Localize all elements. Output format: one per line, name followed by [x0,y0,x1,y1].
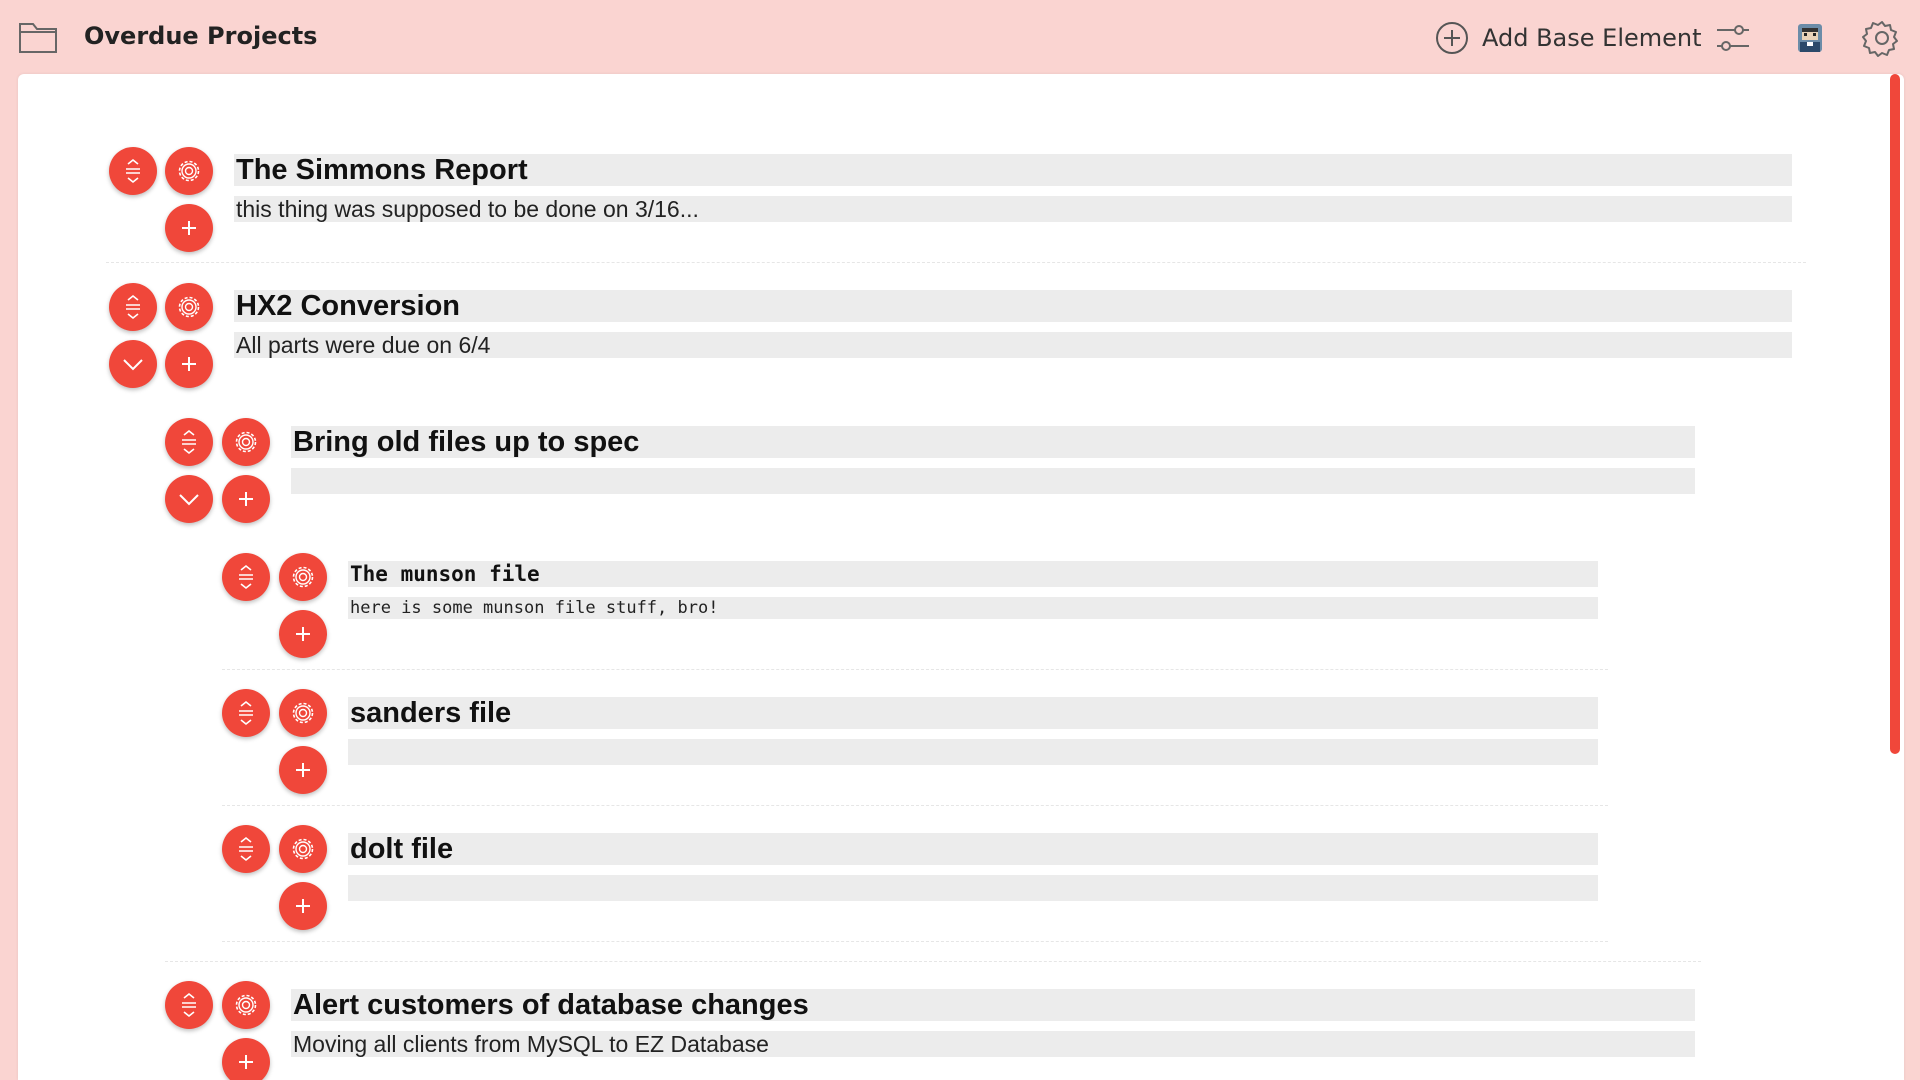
element-settings-button[interactable] [279,553,327,601]
element-description: All parts were due on 6/4 [236,332,491,358]
gear-icon [235,431,257,453]
gear-icon [178,160,200,182]
reorder-button[interactable] [109,283,157,331]
element-description-field[interactable]: here is some munson file stuff, bro! [348,597,1598,619]
reorder-icon [239,700,253,726]
page-title: Overdue Projects [84,22,318,50]
add-base-element-button[interactable]: Add Base Element [1434,18,1702,58]
element-title: HX2 Conversion [236,290,460,322]
element-description-field[interactable] [348,875,1598,901]
plus-icon [182,357,196,371]
element-description: Moving all clients from MySQL to EZ Data… [293,1031,769,1057]
element-description-field[interactable] [348,739,1598,765]
reorder-button[interactable] [165,981,213,1029]
element-settings-button[interactable] [222,981,270,1029]
reorder-icon [239,564,253,590]
plus-icon [296,899,310,913]
element-title-field[interactable]: The munson file [348,561,1598,587]
plus-icon [239,1055,253,1069]
element-title: dolt file [350,833,454,865]
chevron-down-icon [123,359,143,371]
collapse-button[interactable] [109,340,157,388]
gear-icon [178,296,200,318]
element-settings-button[interactable] [222,418,270,466]
reorder-button[interactable] [222,553,270,601]
outline-panel: The Simmons Report this thing was suppos… [18,74,1904,1080]
divider [222,941,1608,942]
reorder-button[interactable] [165,418,213,466]
reorder-icon [182,429,196,455]
element-title-field[interactable]: HX2 Conversion [234,290,1792,322]
add-child-button[interactable] [165,340,213,388]
element-title: Bring old files up to spec [293,426,640,458]
element-title-field[interactable]: Alert customers of database changes [291,989,1695,1021]
element-settings-button[interactable] [165,147,213,195]
reorder-button[interactable] [222,825,270,873]
element-title-field[interactable]: dolt file [348,833,1598,865]
reorder-button[interactable] [222,689,270,737]
sliders-icon[interactable] [1713,18,1753,58]
element-title: The munson file [350,562,540,586]
gear-icon[interactable] [1862,18,1902,58]
plus-icon [296,763,310,777]
add-child-button[interactable] [222,1038,270,1080]
element-description-field[interactable] [291,468,1695,494]
plus-icon [239,492,253,506]
gear-icon [292,566,314,588]
add-base-element-label: Add Base Element [1482,24,1702,52]
divider [106,262,1806,263]
element-description-field[interactable]: this thing was supposed to be done on 3/… [234,196,1792,222]
add-child-button[interactable] [279,746,327,794]
element-description: this thing was supposed to be done on 3/… [236,196,699,222]
element-settings-button[interactable] [165,283,213,331]
element-settings-button[interactable] [279,825,327,873]
element-description-field[interactable]: Moving all clients from MySQL to EZ Data… [291,1031,1695,1057]
top-bar: Overdue Projects Add Base Element [0,0,1920,74]
add-child-button[interactable] [279,610,327,658]
add-child-button[interactable] [279,882,327,930]
element-title-field[interactable]: Bring old files up to spec [291,426,1695,458]
gear-icon [292,838,314,860]
plus-icon [182,221,196,235]
divider [165,961,1701,962]
element-description-field[interactable]: All parts were due on 6/4 [234,332,1792,358]
element-title: Alert customers of database changes [293,989,809,1021]
divider [222,805,1608,806]
element-title-field[interactable]: sanders file [348,697,1598,729]
element-title-field[interactable]: The Simmons Report [234,154,1792,186]
add-child-button[interactable] [165,204,213,252]
user-avatar[interactable] [1790,18,1830,58]
divider [222,669,1608,670]
folder-icon[interactable] [18,20,58,54]
plus-circle-icon [1436,22,1468,54]
reorder-icon [126,294,140,320]
element-description: here is some munson file stuff, bro! [350,598,719,618]
scrollbar-thumb[interactable] [1890,74,1900,754]
plus-icon [296,627,310,641]
add-child-button[interactable] [222,475,270,523]
element-title: The Simmons Report [236,154,528,186]
reorder-button[interactable] [109,147,157,195]
element-settings-button[interactable] [279,689,327,737]
reorder-icon [126,158,140,184]
collapse-button[interactable] [165,475,213,523]
gear-icon [235,994,257,1016]
reorder-icon [182,992,196,1018]
chevron-down-icon [179,494,199,506]
element-title: sanders file [350,697,512,729]
reorder-icon [239,836,253,862]
gear-icon [292,702,314,724]
